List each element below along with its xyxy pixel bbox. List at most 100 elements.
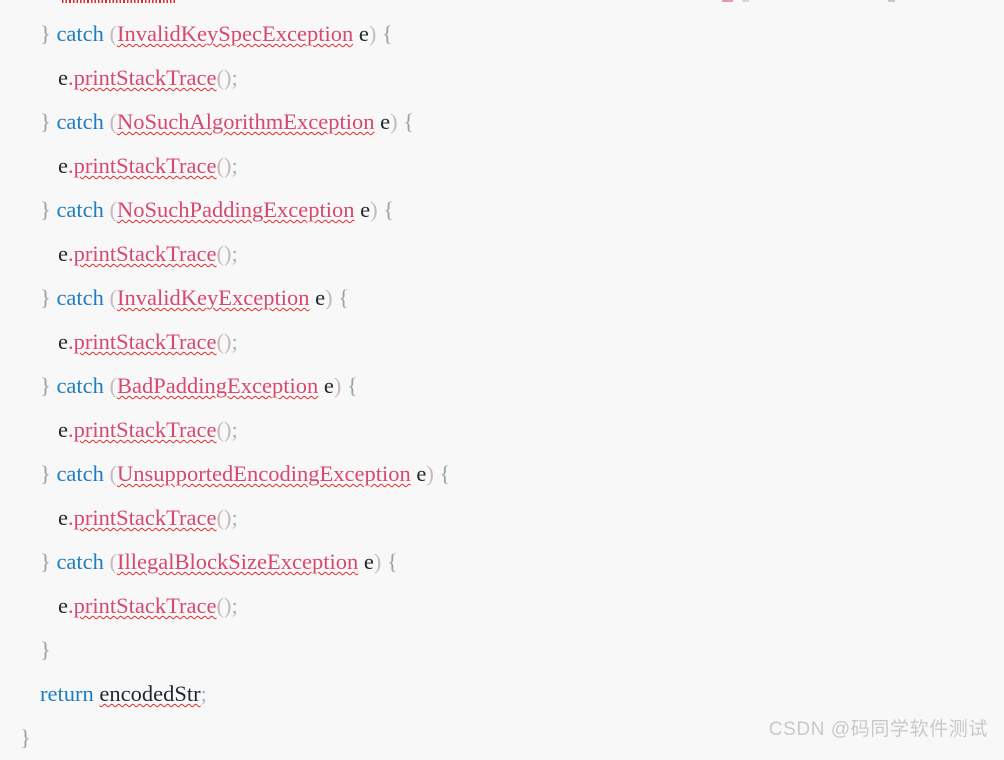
line-printstacktrace-3: e.printStackTrace(); [0,232,1004,276]
token-method: printStackTrace [73,329,217,354]
token-keyword: catch [56,197,104,222]
token-brace: } [40,549,57,574]
glyph-remnant-3 [888,0,895,2]
token-semi: ; [231,417,238,442]
token-paren: ( [109,285,118,310]
line-printstacktrace-2: e.printStackTrace(); [0,144,1004,188]
token-method: printStackTrace [73,153,217,178]
token-brace: } [40,197,57,222]
token-type: InvalidKeySpecException [117,21,354,46]
glyph-remnant-2 [742,0,749,2]
token-var: e [416,461,427,486]
token-keyword: catch [56,373,104,398]
token-brace: } [20,725,31,750]
token-paren: () [216,417,232,442]
line-printstacktrace-1: e.printStackTrace(); [0,56,1004,100]
token-paren: ( [109,21,118,46]
token-brace: } [40,373,57,398]
line-catch-nosuchalgorithm: } catch (NoSuchAlgorithmException e) { [0,100,1004,144]
clipped-code-line [0,0,1004,10]
token-brace: { [386,549,398,574]
token-brace: } [40,461,57,486]
token-paren: ( [109,461,118,486]
token-paren: ( [109,373,118,398]
glyph-remnant-1 [722,0,733,2]
token-var: e [363,549,374,574]
spellcheck-underline-ghost [62,0,176,3]
token-paren: () [216,329,232,354]
token-var: e [315,285,326,310]
line-return: return encodedStr; [0,672,1004,716]
line-catch-unsupportedencoding: } catch (UnsupportedEncodingException e)… [0,452,1004,496]
token-brace: { [381,21,393,46]
token-brace: { [347,373,358,398]
token-method: printStackTrace [73,65,217,90]
token-paren: ) [370,197,378,222]
token-semi: ; [231,241,238,266]
token-brace: } [40,285,57,310]
token-semi: ; [200,681,207,706]
token-paren: ( [109,197,118,222]
token-keyword: catch [56,21,104,46]
token-brace: { [439,461,451,486]
token-var: e [58,505,68,530]
token-semi: ; [231,505,238,530]
token-type: NoSuchAlgorithmException [117,109,375,134]
token-var: e [380,109,391,134]
watermark: CSDN @码同学软件测试 [768,719,988,740]
line-printstacktrace-6: e.printStackTrace(); [0,496,1004,540]
token-semi: ; [231,593,238,618]
token-brace: { [338,285,350,310]
token-paren: ( [109,549,118,574]
token-var: e [358,21,369,46]
token-type: NoSuchPaddingException [117,197,355,222]
line-printstacktrace-4: e.printStackTrace(); [0,320,1004,364]
token-method: printStackTrace [73,417,217,442]
token-brace: } [40,21,57,46]
token-method: printStackTrace [73,241,217,266]
token-var: e [58,153,68,178]
line-close-try: } [0,628,1004,672]
token-brace: } [40,109,57,134]
token-semi: ; [231,153,238,178]
token-brace: { [383,197,395,222]
line-printstacktrace-7: e.printStackTrace(); [0,584,1004,628]
token-semi: ; [231,65,238,90]
token-keyword: catch [56,285,104,310]
token-method: printStackTrace [73,505,217,530]
token-paren: () [216,65,232,90]
token-var: e [58,65,68,90]
token-var: e [58,241,68,266]
line-catch-illegalblocksize: } catch (IllegalBlockSizeException e) { [0,540,1004,584]
token-type: UnsupportedEncodingException [117,461,411,486]
token-paren: () [216,153,232,178]
line-printstacktrace-5: e.printStackTrace(); [0,408,1004,452]
token-var: e [58,417,68,442]
token-paren: ( [109,109,118,134]
token-paren: () [216,505,232,530]
token-paren: ) [325,285,333,310]
token-brace: { [403,109,415,134]
token-brace: } [40,637,51,662]
code-block: } catch (InvalidKeySpecException e) {e.p… [0,0,1004,753]
token-ident: encodedStr [99,681,201,706]
token-var: e [58,593,68,618]
token-paren: ) [390,109,398,134]
token-paren: ) [426,461,434,486]
token-var: e [323,373,334,398]
token-type: IllegalBlockSizeException [117,549,359,574]
token-method: printStackTrace [73,593,217,618]
token-keyword: catch [56,461,104,486]
token-keyword: catch [56,549,104,574]
token-keyword: catch [56,109,104,134]
token-var: e [360,197,371,222]
token-paren: () [216,593,232,618]
token-keyword: return [40,681,94,706]
token-type: BadPaddingException [117,373,319,398]
line-catch-badpadding: } catch (BadPaddingException e) { [0,364,1004,408]
line-catch-invalidkey: } catch (InvalidKeyException e) { [0,276,1004,320]
token-type: InvalidKeyException [117,285,310,310]
token-var: e [58,329,68,354]
token-paren: () [216,241,232,266]
line-catch-nosuchpadding: } catch (NoSuchPaddingException e) { [0,188,1004,232]
